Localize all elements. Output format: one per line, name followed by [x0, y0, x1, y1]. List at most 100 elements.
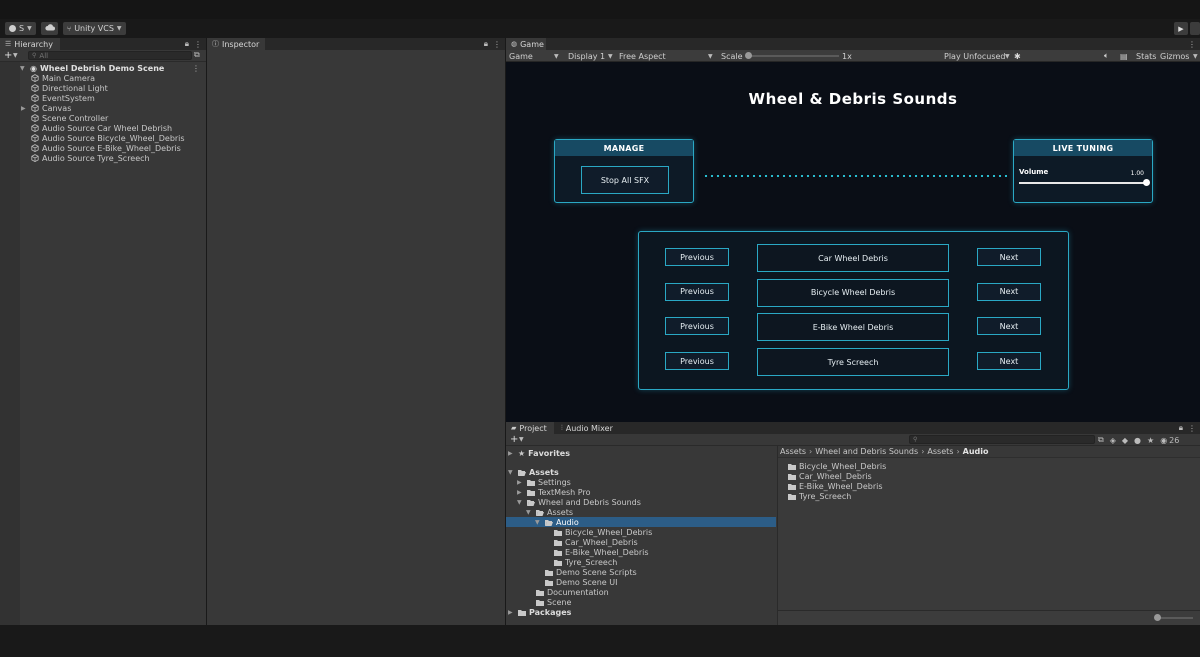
kebab-menu-icon[interactable]: ⋮ — [1188, 424, 1196, 433]
project-tree-item[interactable]: ▼ Wheel and Debris Sounds — [506, 497, 776, 507]
lock-icon[interactable]: 🔒︎ — [1179, 423, 1183, 433]
tab-inspector[interactable]: ⓘ Inspector — [207, 38, 265, 50]
display-dropdown[interactable]: Display 1 — [568, 50, 605, 62]
breadcrumb-item[interactable]: Assets — [780, 447, 806, 456]
warning-filter-icon[interactable]: ● — [1134, 436, 1141, 445]
chevron-down-icon[interactable]: ▼ — [708, 50, 713, 62]
expand-arrow-icon[interactable]: ▶ — [517, 489, 524, 496]
eye-hidden-icon[interactable]: ◉ — [1160, 436, 1167, 445]
label-filter-icon[interactable]: ◆ — [1122, 436, 1128, 445]
stop-all-sfx-button[interactable]: Stop All SFX — [581, 166, 669, 194]
project-tree-item[interactable]: Car_Wheel_Debris — [506, 537, 776, 547]
asset-list-item[interactable]: Bicycle_Wheel_Debris — [788, 461, 886, 471]
tab-game[interactable]: ◍ Game — [506, 38, 546, 50]
project-tree-item[interactable]: Tyre_Screech — [506, 557, 776, 567]
search-filter-icon[interactable]: ⧉ — [1098, 435, 1104, 445]
tab-hierarchy[interactable]: ☰ Hierarchy — [0, 38, 60, 50]
next-button[interactable]: Next — [977, 248, 1041, 266]
next-button[interactable]: Next — [977, 317, 1041, 336]
vcs-button[interactable]: ⑂ Unity VCS ▼ — [63, 22, 126, 35]
hierarchy-item[interactable]: Audio Source Bicycle_Wheel_Debris — [29, 133, 185, 143]
stats-chart-icon[interactable]: ▤ — [1120, 50, 1128, 62]
chevron-down-icon[interactable]: ▼ — [519, 436, 524, 443]
project-tree-item[interactable]: Bicycle_Wheel_Debris — [506, 527, 776, 537]
project-tree-item[interactable]: ▶ ★ Favorites — [506, 448, 776, 458]
lock-icon[interactable]: 🔒︎ — [185, 39, 189, 49]
view-mode-dropdown[interactable]: Game — [509, 50, 533, 62]
breadcrumb-item[interactable]: Audio — [963, 447, 989, 456]
expand-arrow-icon[interactable]: ▶ — [21, 105, 28, 112]
kebab-menu-icon[interactable]: ⋮ — [493, 40, 501, 49]
kebab-menu-icon[interactable]: ⋮ — [194, 40, 202, 49]
expand-arrow-icon[interactable]: ▼ — [20, 65, 27, 72]
hierarchy-item[interactable]: EventSystem — [29, 93, 95, 103]
add-icon[interactable]: + — [4, 50, 12, 61]
tab-audio-mixer[interactable]: ⫶ Audio Mixer — [556, 422, 618, 434]
volume-slider[interactable] — [1019, 179, 1150, 186]
chevron-down-icon[interactable]: ▼ — [608, 50, 613, 62]
project-search-input[interactable]: ⚲ — [909, 435, 1095, 444]
next-button[interactable]: Next — [977, 282, 1041, 301]
expand-arrow-icon[interactable]: ▼ — [535, 519, 542, 526]
hierarchy-item[interactable]: Main Camera — [29, 73, 95, 83]
expand-arrow-icon[interactable]: ▼ — [526, 509, 533, 516]
lock-icon[interactable]: 🔒︎ — [484, 39, 488, 49]
chevron-down-icon[interactable]: ▼ — [13, 52, 18, 59]
project-tree-item[interactable]: ▼ Assets — [506, 467, 776, 477]
stats-button[interactable]: Stats — [1136, 50, 1156, 62]
previous-button[interactable]: Previous — [665, 317, 729, 336]
project-tree-item[interactable]: ▶ TextMesh Pro — [506, 487, 776, 497]
chevron-down-icon[interactable]: ▼ — [1005, 50, 1010, 62]
expand-arrow-icon[interactable]: ▶ — [508, 609, 515, 616]
add-icon[interactable]: + — [510, 434, 518, 445]
volume-slider-thumb[interactable] — [1143, 179, 1150, 186]
project-tree-item[interactable]: Demo Scene UI — [506, 577, 776, 587]
kebab-menu-icon[interactable]: ⋮ — [1188, 40, 1196, 49]
play-mode-dropdown[interactable]: Play Unfocused — [944, 50, 1006, 62]
hierarchy-search-input[interactable]: ⚲ All — [28, 51, 192, 60]
breadcrumb-item[interactable]: Assets — [927, 447, 953, 456]
scene-row[interactable]: ▼ ◉ Wheel Debrish Demo Scene ⋮ — [20, 63, 206, 73]
project-tree-item[interactable]: ▶ Packages — [506, 607, 776, 617]
previous-button[interactable]: Previous — [665, 352, 729, 371]
expand-arrow-icon[interactable]: ▼ — [517, 499, 524, 506]
kebab-menu-icon[interactable]: ⋮ — [192, 64, 200, 73]
asset-list-item[interactable]: Tyre_Screech — [788, 491, 851, 501]
project-tree-item[interactable]: E-Bike_Wheel_Debris — [506, 547, 776, 557]
cloud-button[interactable] — [41, 22, 58, 35]
account-button[interactable]: S ▼ — [5, 22, 36, 35]
game-viewport[interactable]: Wheel & Debris Sounds MANAGE Stop All SF… — [506, 62, 1200, 422]
project-tree-item[interactable]: Scene — [506, 597, 776, 607]
project-tree-item[interactable]: ▶ Settings — [506, 477, 776, 487]
scale-slider-thumb[interactable] — [745, 52, 752, 59]
play-button[interactable]: ▶ — [1174, 22, 1188, 35]
asset-list-item[interactable]: E-Bike_Wheel_Debris — [788, 481, 883, 491]
project-tree-item[interactable]: ▼ Audio — [506, 517, 776, 527]
expand-arrow-icon[interactable]: ▼ — [508, 469, 515, 476]
hierarchy-item[interactable]: Audio Source Car Wheel Debrish — [29, 123, 172, 133]
tab-project[interactable]: ▰ Project — [506, 422, 554, 434]
chevron-down-icon[interactable]: ▼ — [1193, 50, 1198, 62]
scene-visibility-icon[interactable]: ⧉ — [194, 50, 200, 60]
hierarchy-item[interactable]: ▶ Canvas — [21, 103, 71, 113]
previous-button[interactable]: Previous — [665, 248, 729, 266]
hierarchy-item[interactable]: Audio Source E-Bike_Wheel_Debris — [29, 143, 181, 153]
gizmos-button[interactable]: Gizmos — [1160, 50, 1189, 62]
bug-icon[interactable]: ✱ — [1014, 50, 1021, 62]
type-filter-icon[interactable]: ◈ — [1110, 436, 1116, 445]
project-tree-item[interactable]: ▼ Assets — [506, 507, 776, 517]
hierarchy-item[interactable]: Audio Source Tyre_Screech — [29, 153, 150, 163]
star-filter-icon[interactable]: ★ — [1147, 436, 1154, 445]
icon-size-slider-thumb[interactable] — [1154, 614, 1161, 621]
expand-arrow-icon[interactable]: ▶ — [517, 479, 524, 486]
expand-arrow-icon[interactable]: ▶ — [508, 450, 515, 457]
hierarchy-item[interactable]: Directional Light — [29, 83, 108, 93]
next-button[interactable]: Next — [977, 352, 1041, 371]
previous-button[interactable]: Previous — [665, 282, 729, 301]
hierarchy-item[interactable]: Scene Controller — [29, 113, 108, 123]
scale-slider[interactable] — [745, 52, 839, 59]
project-tree-item[interactable]: Demo Scene Scripts — [506, 567, 776, 577]
audio-mute-icon[interactable]: 🔈︎ — [1104, 50, 1109, 62]
chevron-down-icon[interactable]: ▼ — [554, 50, 559, 62]
breadcrumb-item[interactable]: Wheel and Debris Sounds — [815, 447, 918, 456]
